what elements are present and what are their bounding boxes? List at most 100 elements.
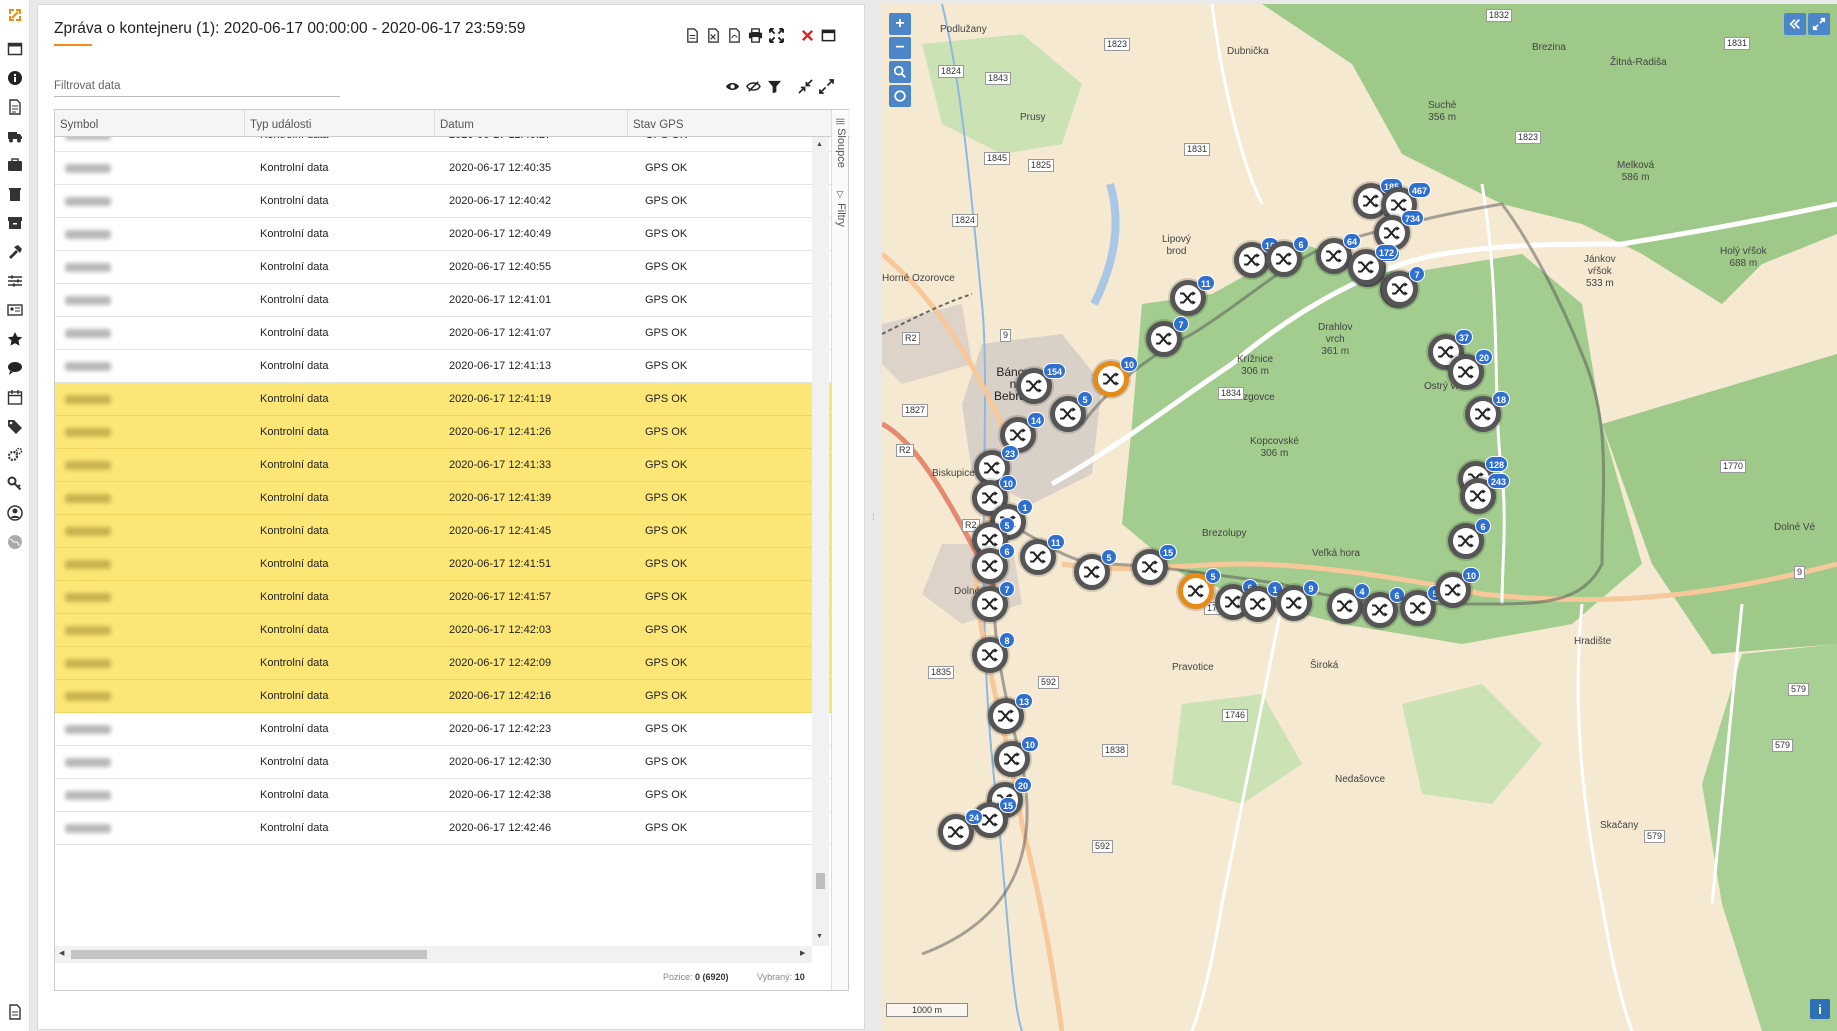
- route-marker[interactable]: 4: [1327, 583, 1370, 624]
- export-document-icon[interactable]: [683, 26, 701, 44]
- sliders-icon[interactable]: [6, 272, 24, 290]
- table-row[interactable]: Kontrolní data 2020-06-17 12:40:49 GPS OK: [55, 218, 831, 251]
- table-row[interactable]: Kontrolní data 2020-06-17 12:41:39 GPS OK: [55, 482, 831, 515]
- export-excel-icon[interactable]: [704, 26, 722, 44]
- route-marker[interactable]: 64: [1316, 233, 1362, 274]
- route-marker[interactable]: 6: [1266, 236, 1309, 277]
- vertical-scroll-thumb[interactable]: [816, 873, 825, 889]
- table-row[interactable]: Kontrolní data 2020-06-17 12:42:38 GPS OK: [55, 779, 831, 812]
- table-row[interactable]: Kontrolní data 2020-06-17 12:41:19 GPS OK: [55, 383, 831, 416]
- table-row[interactable]: Kontrolní data 2020-06-17 12:40:55 GPS OK: [55, 251, 831, 284]
- panel-splitter[interactable]: ⁞: [869, 0, 881, 1031]
- route-marker[interactable]: 18: [1465, 391, 1511, 432]
- export-pdf-icon[interactable]: [725, 26, 743, 44]
- route-marker[interactable]: 11: [1020, 534, 1065, 575]
- zoom-in-button[interactable]: +: [889, 13, 911, 35]
- table-row[interactable]: Kontrolní data 2020-06-17 12:42:09 GPS OK: [55, 647, 831, 680]
- vertical-scrollbar[interactable]: ▲ ▼: [812, 137, 829, 946]
- scroll-down-arrow-icon[interactable]: ▼: [816, 933, 823, 940]
- route-marker[interactable]: 10: [994, 736, 1040, 777]
- route-marker[interactable]: 20: [1448, 349, 1494, 390]
- scroll-up-arrow-icon[interactable]: ▲: [816, 141, 823, 148]
- route-marker[interactable]: 6: [1362, 587, 1405, 628]
- table-row[interactable]: Kontrolní data 2020-06-17 12:41:51 GPS OK: [55, 548, 831, 581]
- route-marker[interactable]: 8: [972, 632, 1015, 673]
- route-marker[interactable]: 10: [1093, 356, 1139, 397]
- info-icon[interactable]: [6, 69, 24, 87]
- close-icon[interactable]: [798, 26, 816, 44]
- column-header-date[interactable]: Datum: [435, 110, 628, 137]
- maximize-icon[interactable]: [819, 26, 837, 44]
- route-marker[interactable]: 7: [1382, 266, 1425, 307]
- briefcase-icon[interactable]: [6, 156, 24, 174]
- app-logo-icon[interactable]: [6, 6, 24, 24]
- route-marker[interactable]: 10: [1234, 237, 1280, 278]
- route-marker[interactable]: 5: [1178, 568, 1221, 609]
- table-row[interactable]: Kontrolní data 2020-06-17 12:42:30 GPS OK: [55, 746, 831, 779]
- map-view[interactable]: + − Podlužany Dubnička Brezina Žitná-Radiša…: [882, 4, 1837, 1031]
- id-card-icon[interactable]: [6, 301, 24, 319]
- trash-bin-icon[interactable]: [6, 185, 24, 203]
- key-icon[interactable]: [6, 475, 24, 493]
- hammer-icon[interactable]: [6, 243, 24, 261]
- table-row[interactable]: Kontrolní data 2020-06-17 12:41:07 GPS OK: [55, 317, 831, 350]
- user-icon[interactable]: [6, 504, 24, 522]
- splitter-grip-icon[interactable]: ⁞: [872, 512, 875, 522]
- route-marker[interactable]: 5: [1050, 391, 1093, 432]
- route-marker[interactable]: 6: [1448, 518, 1491, 559]
- tags-icon[interactable]: [6, 417, 24, 435]
- tab-filters[interactable]: ▽ Filtry: [835, 190, 847, 227]
- table-row[interactable]: Kontrolní data 2020-06-17 12:41:33 GPS OK: [55, 449, 831, 482]
- route-marker[interactable]: 1: [1240, 581, 1283, 622]
- table-row[interactable]: Kontrolní data 2020-06-17 12:40:27 GPS OK: [55, 137, 831, 152]
- scroll-right-arrow-icon[interactable]: ▶: [800, 949, 805, 957]
- locate-button[interactable]: [889, 85, 911, 107]
- report-icon[interactable]: [6, 1003, 24, 1021]
- truck-icon[interactable]: [6, 127, 24, 145]
- settings-icon[interactable]: [6, 446, 24, 464]
- table-row[interactable]: Kontrolní data 2020-06-17 12:42:03 GPS OK: [55, 614, 831, 647]
- window-icon[interactable]: [6, 40, 24, 58]
- tab-columns[interactable]: ||| Sloupce: [835, 118, 847, 168]
- table-row[interactable]: Kontrolní data 2020-06-17 12:41:45 GPS OK: [55, 515, 831, 548]
- table-row[interactable]: Kontrolní data 2020-06-17 12:42:23 GPS OK: [55, 713, 831, 746]
- table-row[interactable]: Kontrolní data 2020-06-17 12:40:35 GPS OK: [55, 152, 831, 185]
- table-row[interactable]: Kontrolní data 2020-06-17 12:41:13 GPS OK: [55, 350, 831, 383]
- horizontal-scroll-thumb[interactable]: [71, 950, 427, 959]
- route-marker[interactable]: 9: [1276, 580, 1319, 621]
- route-marker[interactable]: 13: [988, 693, 1034, 734]
- hide-eye-icon[interactable]: [744, 77, 762, 95]
- route-marker[interactable]: 15: [1132, 544, 1178, 585]
- table-row[interactable]: Kontrolní data 2020-06-17 12:40:42 GPS OK: [55, 185, 831, 218]
- column-header-event-type[interactable]: Typ události: [245, 110, 435, 137]
- filter-input[interactable]: [54, 75, 340, 97]
- print-icon[interactable]: [746, 26, 764, 44]
- calendar-icon[interactable]: [6, 388, 24, 406]
- route-marker[interactable]: 243: [1460, 473, 1511, 514]
- route-marker[interactable]: 154: [1016, 363, 1067, 404]
- column-header-gps-status[interactable]: Stav GPS: [628, 110, 831, 137]
- table-row[interactable]: Kontrolní data 2020-06-17 12:41:01 GPS OK: [55, 284, 831, 317]
- route-marker[interactable]: 172: [1348, 244, 1399, 285]
- fullscreen-button[interactable]: [1808, 13, 1830, 35]
- filter-funnel-icon[interactable]: [765, 77, 783, 95]
- globe-icon[interactable]: [6, 533, 24, 551]
- route-marker[interactable]: 6: [972, 543, 1015, 584]
- archive-icon[interactable]: [6, 214, 24, 232]
- route-marker[interactable]: 5: [1400, 585, 1443, 626]
- column-header-symbol[interactable]: Symbol: [55, 110, 245, 137]
- expand-arrows-icon[interactable]: [817, 77, 835, 95]
- show-eye-icon[interactable]: [723, 77, 741, 95]
- collapse-panel-button[interactable]: [1784, 13, 1806, 35]
- scroll-left-arrow-icon[interactable]: ◀: [59, 949, 64, 957]
- star-icon[interactable]: [6, 330, 24, 348]
- route-marker[interactable]: 7: [1146, 316, 1189, 357]
- table-row[interactable]: Kontrolní data 2020-06-17 12:41:26 GPS OK: [55, 416, 831, 449]
- zoom-search-button[interactable]: [889, 61, 911, 83]
- collapse-arrows-icon[interactable]: [796, 77, 814, 95]
- map-info-button[interactable]: i: [1810, 999, 1830, 1019]
- route-marker[interactable]: 5: [1074, 549, 1117, 590]
- table-row[interactable]: Kontrolní data 2020-06-17 12:41:57 GPS OK: [55, 581, 831, 614]
- zoom-out-button[interactable]: −: [889, 37, 911, 59]
- route-marker[interactable]: 10: [1435, 567, 1481, 608]
